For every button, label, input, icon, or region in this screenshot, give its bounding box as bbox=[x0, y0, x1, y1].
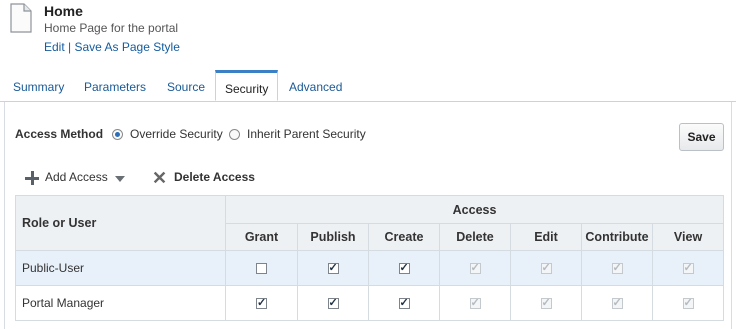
access-group-header: Access bbox=[224, 195, 725, 224]
permission-cell bbox=[651, 285, 725, 321]
access-table: Role or User Access Grant Publish Create… bbox=[15, 195, 725, 321]
page-document-icon bbox=[10, 3, 32, 33]
header-links: Edit | Save As Page Style bbox=[44, 40, 180, 54]
permission-cell bbox=[225, 285, 298, 321]
link-separator: | bbox=[68, 40, 72, 54]
tab-parameters[interactable]: Parameters bbox=[84, 80, 146, 94]
permission-cell bbox=[581, 285, 653, 321]
permission-cell bbox=[651, 250, 725, 286]
page-header: Home Home Page for the portal Edit | Sav… bbox=[10, 3, 730, 55]
view-checkbox bbox=[682, 296, 694, 310]
table-row[interactable]: Public-User bbox=[15, 250, 725, 286]
page-description: Home Page for the portal bbox=[44, 21, 179, 35]
permission-cell bbox=[439, 250, 511, 286]
table-row[interactable]: Portal Manager bbox=[15, 285, 725, 321]
add-icon[interactable] bbox=[25, 171, 39, 185]
tab-summary[interactable]: Summary bbox=[13, 80, 64, 94]
permission-cell bbox=[439, 285, 511, 321]
edit-link[interactable]: Edit bbox=[44, 40, 65, 54]
view-checkbox bbox=[682, 261, 694, 275]
delete-checkbox bbox=[469, 296, 481, 310]
tab-bar: Summary Parameters Source Security Advan… bbox=[0, 70, 736, 102]
edit-checkbox bbox=[540, 261, 552, 275]
delete-access-button[interactable]: Delete Access bbox=[174, 170, 255, 184]
tab-security[interactable]: Security bbox=[215, 70, 279, 101]
permission-cell bbox=[368, 285, 440, 321]
permission-cell bbox=[225, 250, 298, 286]
grant-checkbox[interactable] bbox=[256, 263, 267, 275]
grant-checkbox[interactable] bbox=[256, 296, 267, 310]
create-checkbox[interactable] bbox=[398, 296, 410, 310]
save-button[interactable]: Save bbox=[679, 123, 724, 151]
permission-cell bbox=[297, 250, 369, 286]
contribute-checkbox bbox=[611, 296, 623, 310]
contribute-checkbox bbox=[611, 261, 623, 275]
permission-cell bbox=[510, 250, 582, 286]
delete-icon[interactable]: ✕ bbox=[152, 169, 167, 187]
permission-cell bbox=[368, 250, 440, 286]
tab-source[interactable]: Source bbox=[167, 80, 205, 94]
add-access-button[interactable]: Add Access bbox=[45, 170, 108, 184]
publish-checkbox[interactable] bbox=[327, 296, 339, 310]
permission-cell bbox=[510, 285, 582, 321]
contribute-column-header[interactable]: Contribute bbox=[581, 223, 653, 251]
role-name: Public-User bbox=[15, 250, 226, 286]
delete-column-header[interactable]: Delete bbox=[439, 223, 511, 251]
create-checkbox[interactable] bbox=[398, 261, 410, 275]
role-name: Portal Manager bbox=[15, 285, 226, 321]
edit-column-header[interactable]: Edit bbox=[510, 223, 582, 251]
create-column-header[interactable]: Create bbox=[368, 223, 440, 251]
grant-column-header[interactable]: Grant bbox=[225, 223, 298, 251]
inherit-parent-security-radio[interactable] bbox=[229, 129, 240, 140]
access-table-body: Public-UserPortal Manager bbox=[15, 250, 725, 321]
publish-checkbox[interactable] bbox=[327, 261, 339, 275]
override-security-radio[interactable] bbox=[112, 129, 123, 140]
tab-advanced[interactable]: Advanced bbox=[289, 80, 342, 94]
view-column-header[interactable]: View bbox=[651, 223, 725, 251]
page-title: Home bbox=[44, 3, 83, 19]
override-security-label[interactable]: Override Security bbox=[130, 127, 223, 141]
role-or-user-header[interactable]: Role or User bbox=[15, 195, 226, 251]
permission-cell bbox=[297, 285, 369, 321]
save-as-page-style-link[interactable]: Save As Page Style bbox=[75, 40, 180, 54]
publish-column-header[interactable]: Publish bbox=[297, 223, 369, 251]
access-method-label: Access Method bbox=[15, 127, 104, 141]
permission-cell bbox=[581, 250, 653, 286]
inherit-parent-security-label[interactable]: Inherit Parent Security bbox=[247, 127, 366, 141]
edit-checkbox bbox=[540, 296, 552, 310]
chevron-down-icon[interactable] bbox=[115, 176, 125, 182]
delete-checkbox bbox=[469, 261, 481, 275]
